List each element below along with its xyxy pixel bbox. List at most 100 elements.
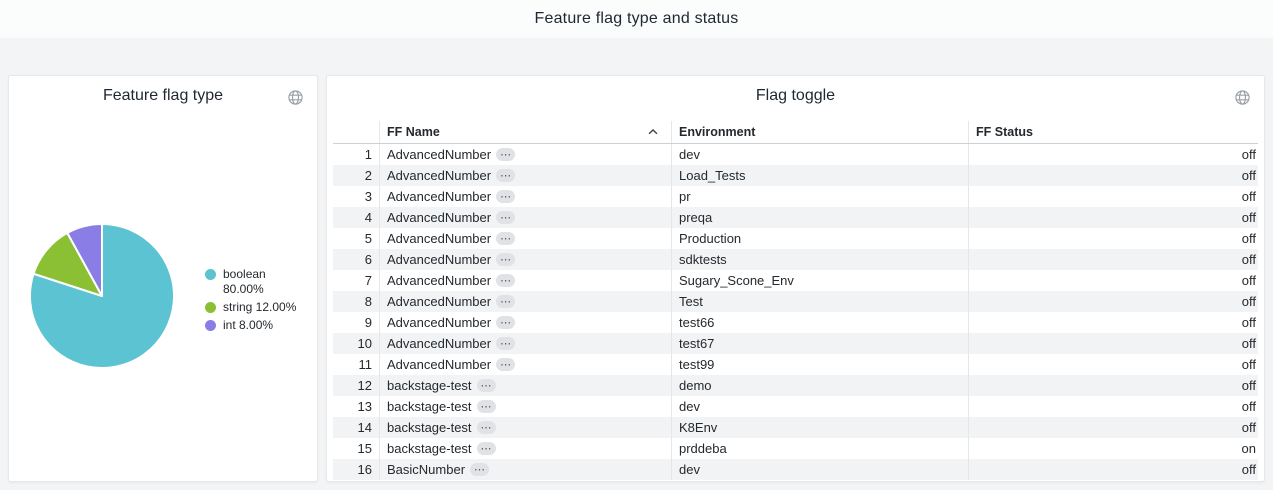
ff-status-cell: off bbox=[968, 249, 1258, 270]
cell-actions-button[interactable]: ⋯ bbox=[496, 358, 515, 371]
ellipsis-icon: ⋯ bbox=[500, 213, 511, 223]
cell-actions-button[interactable]: ⋯ bbox=[477, 421, 496, 434]
ff-status-cell: off bbox=[968, 207, 1258, 228]
table-row: 12backstage-test⋯demooff bbox=[333, 375, 1258, 396]
ff-name-cell: AdvancedNumber ⋯ bbox=[379, 228, 671, 249]
ff-name-cell: backstage-test ⋯ bbox=[379, 438, 671, 459]
ff-name-text: backstage-test bbox=[387, 438, 472, 459]
ff-name-text: AdvancedNumber bbox=[387, 228, 491, 249]
column-header-label: FF Name bbox=[387, 125, 440, 139]
cell-actions-button[interactable]: ⋯ bbox=[470, 463, 489, 476]
cell-actions-button[interactable]: ⋯ bbox=[496, 295, 515, 308]
environment-cell: dev bbox=[671, 144, 968, 165]
cell-actions-button[interactable]: ⋯ bbox=[477, 400, 496, 413]
ff-name-cell: backstage-test⋯ bbox=[379, 396, 671, 417]
environment-cell: preqa bbox=[671, 207, 968, 228]
row-number-cell: 15 bbox=[333, 438, 379, 459]
ff-name-cell: AdvancedNumber⋯ bbox=[379, 186, 671, 207]
row-number-cell: 16 bbox=[333, 459, 379, 480]
table-row: 14backstage-test⋯K8Envoff bbox=[333, 417, 1258, 438]
table-row: 16BasicNumber⋯devoff bbox=[333, 459, 1258, 480]
panel-links-button[interactable] bbox=[1234, 89, 1251, 106]
table-panel-title[interactable]: Flag toggle bbox=[756, 87, 835, 105]
legend-color-dot bbox=[205, 302, 216, 313]
legend-color-dot bbox=[205, 269, 216, 280]
ellipsis-icon: ⋯ bbox=[500, 297, 511, 307]
cell-actions-button[interactable]: ⋯ bbox=[496, 316, 515, 329]
row-number-cell: 12 bbox=[333, 375, 379, 396]
ff-status-cell: off bbox=[968, 270, 1258, 291]
cell-actions-button[interactable]: ⋯ bbox=[496, 211, 515, 224]
cell-actions-button[interactable]: ⋯ bbox=[496, 253, 515, 266]
environment-cell: Production bbox=[671, 228, 968, 249]
ff-name-text: AdvancedNumber bbox=[387, 291, 491, 312]
cell-actions-button[interactable]: ⋯ bbox=[477, 379, 496, 392]
legend-item-int[interactable]: int 8.00% bbox=[205, 318, 296, 333]
ff-status-cell: off bbox=[968, 291, 1258, 312]
table-header-row: FF Name Environment FF Status bbox=[333, 121, 1258, 144]
row-number-cell: 9 bbox=[333, 312, 379, 333]
environment-cell: dev bbox=[671, 396, 968, 417]
row-number-cell: 11 bbox=[333, 354, 379, 375]
legend-item-boolean[interactable]: boolean80.00% bbox=[205, 267, 296, 297]
table-row: 11AdvancedNumber⋯test99off bbox=[333, 354, 1258, 375]
ellipsis-icon: ⋯ bbox=[500, 318, 511, 328]
ff-status-cell: off bbox=[968, 228, 1258, 249]
column-header-ff-name[interactable]: FF Name bbox=[379, 121, 671, 143]
row-number-cell: 8 bbox=[333, 291, 379, 312]
cell-actions-button[interactable]: ⋯ bbox=[496, 169, 515, 182]
cell-actions-button[interactable]: ⋯ bbox=[496, 274, 515, 287]
column-header-environment[interactable]: Environment bbox=[671, 121, 968, 143]
ff-name-text: AdvancedNumber bbox=[387, 354, 491, 375]
table-row: 4AdvancedNumber⋯preqaoff bbox=[333, 207, 1258, 228]
ellipsis-icon: ⋯ bbox=[500, 276, 511, 286]
cell-actions-button[interactable]: ⋯ bbox=[477, 442, 496, 455]
panel-links-button[interactable] bbox=[287, 89, 304, 106]
environment-cell: Load_Tests bbox=[671, 165, 968, 186]
ellipsis-icon: ⋯ bbox=[500, 192, 511, 202]
table-panel-header: Flag toggle bbox=[327, 76, 1264, 116]
sort-ascending-icon bbox=[648, 129, 658, 135]
ff-name-text: backstage-test bbox=[387, 375, 472, 396]
cell-actions-button[interactable]: ⋯ bbox=[496, 337, 515, 350]
column-header-label: FF Status bbox=[976, 125, 1033, 139]
globe-icon bbox=[1234, 94, 1251, 109]
ff-name-cell: AdvancedNumber⋯ bbox=[379, 270, 671, 291]
row-number-header bbox=[333, 121, 379, 143]
table-row: 13backstage-test⋯devoff bbox=[333, 396, 1258, 417]
cell-actions-button[interactable]: ⋯ bbox=[496, 190, 515, 203]
pie-legend: boolean80.00% string 12.00% int 8.00% bbox=[205, 267, 296, 336]
row-number-cell: 13 bbox=[333, 396, 379, 417]
ellipsis-icon: ⋯ bbox=[500, 234, 511, 244]
ellipsis-icon: ⋯ bbox=[481, 402, 492, 412]
cell-actions-button[interactable]: ⋯ bbox=[496, 232, 515, 245]
environment-cell: K8Env bbox=[671, 417, 968, 438]
ff-status-cell: off bbox=[968, 312, 1258, 333]
legend-label: boolean80.00% bbox=[223, 267, 266, 297]
ff-name-text: AdvancedNumber bbox=[387, 249, 491, 270]
ff-name-text: AdvancedNumber bbox=[387, 333, 491, 354]
ellipsis-icon: ⋯ bbox=[500, 255, 511, 265]
pie-panel-title[interactable]: Feature flag type bbox=[103, 87, 223, 105]
table-row: 8AdvancedNumber⋯Testoff bbox=[333, 291, 1258, 312]
legend-item-string[interactable]: string 12.00% bbox=[205, 300, 296, 315]
dashboard-title: Feature flag type and status bbox=[535, 10, 739, 28]
row-number-cell: 5 bbox=[333, 228, 379, 249]
ff-name-text: AdvancedNumber bbox=[387, 312, 491, 333]
legend-label: string 12.00% bbox=[223, 300, 296, 315]
ff-name-cell: AdvancedNumber ⋯ bbox=[379, 333, 671, 354]
column-header-ff-status[interactable]: FF Status bbox=[968, 121, 1258, 143]
ff-name-text: BasicNumber bbox=[387, 459, 465, 480]
environment-cell: sdktests bbox=[671, 249, 968, 270]
table-row: 1AdvancedNumber⋯devoff bbox=[333, 144, 1258, 165]
cell-actions-button[interactable]: ⋯ bbox=[496, 148, 515, 161]
ff-name-cell: BasicNumber ⋯ bbox=[379, 459, 671, 480]
ellipsis-icon: ⋯ bbox=[481, 381, 492, 391]
table-row: 7AdvancedNumber⋯Sugary_Scone_Envoff bbox=[333, 270, 1258, 291]
pie-chart bbox=[20, 214, 184, 378]
table-body[interactable]: 1AdvancedNumber⋯devoff2AdvancedNumber⋯Lo… bbox=[333, 144, 1258, 480]
environment-cell: test99 bbox=[671, 354, 968, 375]
ff-status-cell: on bbox=[968, 438, 1258, 459]
row-number-cell: 3 bbox=[333, 186, 379, 207]
ellipsis-icon: ⋯ bbox=[500, 360, 511, 370]
